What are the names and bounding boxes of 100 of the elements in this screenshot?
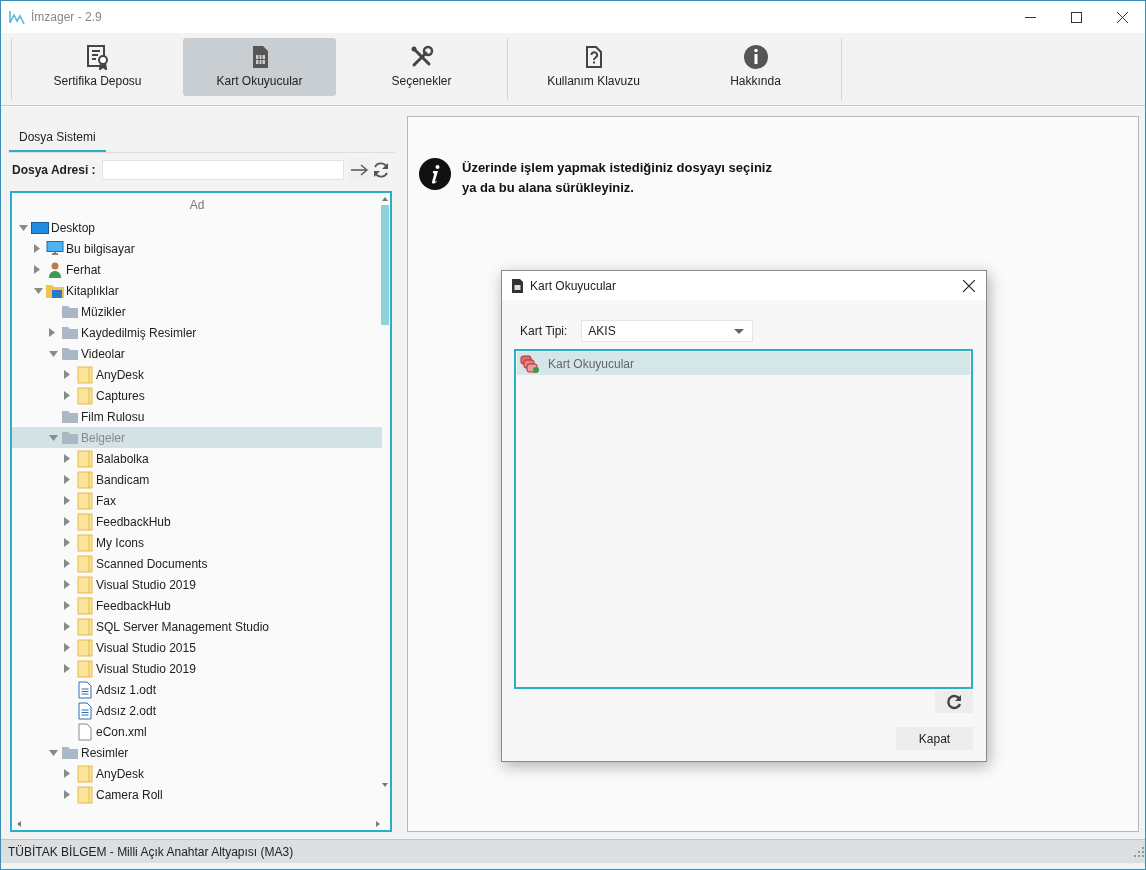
folder-icon bbox=[77, 617, 93, 636]
close-icon bbox=[1116, 11, 1128, 23]
close-icon bbox=[963, 279, 975, 292]
column-header: Ad bbox=[188, 197, 206, 214]
computer-icon bbox=[46, 241, 64, 256]
folder-icon bbox=[77, 659, 93, 678]
tree-row[interactable]: Camera Roll bbox=[12, 784, 382, 805]
collapsed-arrow-icon bbox=[64, 538, 70, 547]
folder-icon bbox=[62, 347, 78, 360]
tree-row[interactable]: FeedbackHub bbox=[12, 511, 382, 532]
folder-icon bbox=[77, 365, 93, 384]
collapsed-arrow-icon bbox=[64, 769, 70, 778]
tree-row[interactable]: My Icons bbox=[12, 532, 382, 553]
status-text: TÜBİTAK BİLGEM - Milli Açık Anahtar Altyapısı (MA3) bbox=[8, 844, 295, 859]
tree-row[interactable]: Bu bilgisayar bbox=[12, 238, 382, 259]
collapsed-arrow-icon bbox=[34, 244, 40, 253]
collapsed-arrow-icon bbox=[64, 559, 70, 568]
folder-icon bbox=[77, 764, 93, 783]
tree-row[interactable]: eCon.xml bbox=[12, 721, 382, 742]
collapsed-arrow-icon bbox=[64, 475, 70, 484]
tree-row[interactable]: Müzikler bbox=[12, 301, 382, 322]
tree-row[interactable]: FeedbackHub bbox=[12, 595, 382, 616]
document-icon bbox=[78, 701, 92, 720]
info-icon bbox=[742, 44, 769, 70]
tree-row[interactable]: SQL Server Management Studio bbox=[12, 616, 382, 637]
expanded-arrow-icon bbox=[49, 350, 58, 357]
tree-row[interactable]: Resimler bbox=[12, 742, 382, 763]
document-icon bbox=[78, 680, 92, 699]
tree-row[interactable]: Adsız 1.odt bbox=[12, 679, 382, 700]
tree-row[interactable]: Kitaplıklar bbox=[12, 280, 382, 301]
close-dialog-button[interactable]: Kapat bbox=[896, 727, 973, 750]
tree-row[interactable]: Adsız 2.odt bbox=[12, 700, 382, 721]
toolbar-button[interactable]: Sertifika Deposu bbox=[21, 38, 174, 96]
card-type-dropdown[interactable]: AKIS bbox=[581, 320, 754, 342]
maximize-icon bbox=[1070, 11, 1082, 23]
toolbar-button[interactable]: Seçenekler bbox=[345, 38, 498, 96]
dialog-title: Kart Okuyucular bbox=[530, 278, 618, 293]
expanded-arrow-icon bbox=[49, 434, 58, 441]
tree-row[interactable]: Videolar bbox=[12, 343, 382, 364]
tree-row[interactable]: Visual Studio 2015 bbox=[12, 637, 382, 658]
collapsed-arrow-icon bbox=[34, 265, 40, 274]
resize-grip-icon[interactable] bbox=[1133, 845, 1145, 858]
folder-icon bbox=[77, 449, 93, 468]
library-folder-icon bbox=[46, 283, 64, 298]
tree-row[interactable]: Fax bbox=[12, 490, 382, 511]
collapsed-arrow-icon bbox=[64, 391, 70, 400]
expanded-arrow-icon bbox=[19, 224, 28, 231]
collapsed-arrow-icon bbox=[64, 601, 70, 610]
tree-row[interactable]: Visual Studio 2019 bbox=[12, 658, 382, 679]
folder-icon bbox=[77, 491, 93, 510]
dropdown-arrow-icon bbox=[734, 328, 745, 334]
toolbar-button[interactable]: Kart Okuyucular bbox=[183, 38, 336, 96]
folder-icon bbox=[62, 305, 78, 318]
minimize-icon bbox=[1024, 16, 1036, 18]
collapsed-arrow-icon bbox=[64, 496, 70, 505]
folder-icon bbox=[62, 410, 78, 423]
collapsed-arrow-icon bbox=[64, 580, 70, 589]
refresh-button[interactable] bbox=[935, 691, 973, 713]
folder-icon bbox=[77, 596, 93, 615]
tree-row[interactable]: Kaydedilmiş Resimler bbox=[12, 322, 382, 343]
folder-icon bbox=[77, 785, 93, 804]
tree-row[interactable]: Scanned Documents bbox=[12, 553, 382, 574]
monitor-icon bbox=[31, 220, 49, 235]
tree-row[interactable]: AnyDesk bbox=[12, 364, 382, 385]
tree-row[interactable]: Visual Studio 2019 bbox=[12, 574, 382, 595]
tree-row[interactable]: Ferhat bbox=[12, 259, 382, 280]
collapsed-arrow-icon bbox=[64, 622, 70, 631]
app-logo-icon bbox=[9, 9, 25, 25]
field-label: Dosya Adresi : bbox=[12, 163, 96, 177]
tree-row[interactable]: AnyDesk bbox=[12, 763, 382, 784]
tree-row[interactable]: Film Rulosu bbox=[12, 406, 382, 427]
tab[interactable]: Dosya Sistemi bbox=[9, 124, 106, 152]
card-reader-item[interactable]: Kart Okuyucular bbox=[517, 352, 970, 375]
expanded-arrow-icon bbox=[49, 749, 58, 756]
toolbar-button[interactable]: Kullanım Klavuzu bbox=[517, 38, 670, 96]
folder-icon bbox=[77, 470, 93, 489]
collapsed-arrow-icon bbox=[64, 790, 70, 799]
refresh-icon bbox=[371, 161, 390, 179]
tree-row[interactable]: Desktop bbox=[12, 217, 382, 238]
card-readers-icon bbox=[520, 354, 540, 373]
sim-card-icon bbox=[512, 278, 523, 293]
refresh-icon bbox=[946, 694, 962, 710]
folder-icon bbox=[77, 386, 93, 405]
folder-icon bbox=[77, 575, 93, 594]
field-label: Kart Tipi: bbox=[520, 324, 568, 338]
certificate-icon bbox=[84, 44, 111, 70]
folder-icon bbox=[77, 638, 93, 657]
folder-icon bbox=[62, 746, 78, 759]
tree-row[interactable]: Bandicam bbox=[12, 469, 382, 490]
toolbar-button[interactable]: Hakkında bbox=[679, 38, 832, 96]
expanded-arrow-icon bbox=[34, 287, 43, 294]
collapsed-arrow-icon bbox=[49, 328, 55, 337]
tree-row[interactable]: Captures bbox=[12, 385, 382, 406]
instruction-text: Üzerinde işlem yapmak istediğiniz dosyayı seçiniz ya da bu alana sürükleyiniz. bbox=[462, 159, 772, 197]
address-field[interactable] bbox=[101, 160, 344, 180]
tree-row[interactable]: Balabolka bbox=[12, 448, 382, 469]
window-title: İmzager - 2.9 bbox=[31, 10, 103, 24]
info-icon bbox=[419, 158, 451, 190]
folder-icon bbox=[62, 326, 78, 339]
file-icon bbox=[78, 722, 92, 741]
